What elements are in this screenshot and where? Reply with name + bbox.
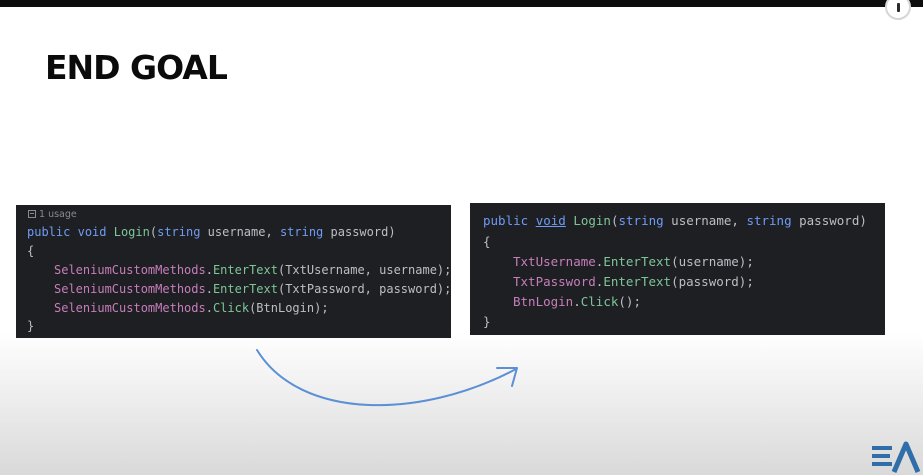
class-name: SeleniumCustomMethods xyxy=(54,263,206,277)
method-name-login: Login xyxy=(573,213,611,228)
call-args: (TxtPassword, password); xyxy=(277,282,452,296)
property-name: TxtPassword xyxy=(513,274,596,289)
paren-open: ( xyxy=(149,225,158,239)
dot: . xyxy=(205,301,213,315)
code-line-enter-password: SeleniumCustomMethods.EnterText(TxtPassw… xyxy=(54,282,451,296)
call-args: (TxtUsername, username); xyxy=(277,263,452,277)
call-args: (BtnLogin); xyxy=(249,301,329,315)
code-panel-after: public void Login(string username, strin… xyxy=(470,203,885,335)
call-args: (password); xyxy=(671,274,754,289)
type-string-1: string xyxy=(157,225,201,239)
brace-close: } xyxy=(483,314,491,329)
usage-hint[interactable]: 1 usage xyxy=(28,209,77,221)
class-name: SeleniumCustomMethods xyxy=(54,282,206,296)
call-args: (username); xyxy=(671,254,754,269)
method-call: EnterText xyxy=(603,254,672,269)
code-line-enter-password: TxtPassword.EnterText(password); xyxy=(513,275,754,289)
document-icon xyxy=(28,210,36,218)
dot: . xyxy=(205,282,213,296)
method-call: EnterText xyxy=(212,282,278,296)
code-panel-before: 1 usage public void Login(string usernam… xyxy=(16,205,451,338)
keyword-void: void xyxy=(77,225,107,239)
call-args: (); xyxy=(618,294,641,309)
code-line-signature: public void Login(string username, strin… xyxy=(27,225,396,239)
info-icon[interactable] xyxy=(885,0,911,20)
type-string-2: string xyxy=(279,225,324,239)
paren-open: ( xyxy=(610,213,619,228)
dot: . xyxy=(573,294,581,309)
code-line-signature: public void Login(string username, strin… xyxy=(483,214,867,228)
param-password: password) xyxy=(791,213,867,228)
brace-open: { xyxy=(483,234,491,249)
video-top-bar xyxy=(0,0,923,7)
class-name: SeleniumCustomMethods xyxy=(54,301,206,315)
keyword-void: void xyxy=(535,213,566,228)
param-username: username, xyxy=(200,225,280,239)
keyword-public: public xyxy=(27,225,71,239)
slide-title: END GOAL xyxy=(45,48,228,87)
param-username: username, xyxy=(663,213,747,228)
code-line-enter-username: SeleniumCustomMethods.EnterText(TxtUsern… xyxy=(54,263,451,277)
type-string-2: string xyxy=(746,213,792,228)
usage-hint-label: 1 usage xyxy=(39,209,77,220)
property-name: BtnLogin xyxy=(513,294,574,309)
code-line-click-login: BtnLogin.Click(); xyxy=(513,295,641,309)
method-call: Click xyxy=(580,294,619,309)
method-call: EnterText xyxy=(603,274,672,289)
keyword-public: public xyxy=(483,213,529,228)
type-string-1: string xyxy=(618,213,664,228)
dot: . xyxy=(205,263,213,277)
method-call: Click xyxy=(212,301,250,315)
code-line-click-login: SeleniumCustomMethods.Click(BtnLogin); xyxy=(54,301,329,315)
ea-logo xyxy=(872,441,921,473)
param-password: password) xyxy=(323,225,396,239)
brace-open: { xyxy=(27,244,35,258)
method-call: EnterText xyxy=(212,263,278,277)
property-name: TxtUsername xyxy=(513,254,596,269)
method-name-login: Login xyxy=(113,225,150,239)
code-line-enter-username: TxtUsername.EnterText(username); xyxy=(513,255,754,269)
brace-close: } xyxy=(27,319,35,333)
